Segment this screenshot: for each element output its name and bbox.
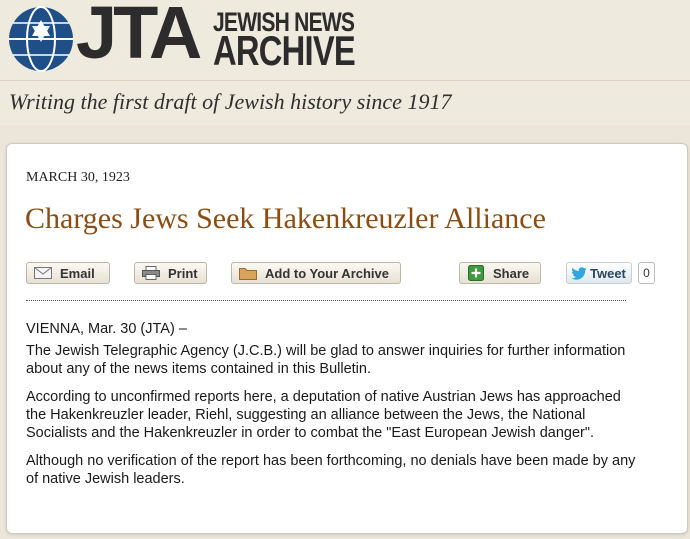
plus-icon bbox=[466, 265, 486, 281]
share-button[interactable]: Share bbox=[459, 262, 541, 284]
globe-star-logo-icon[interactable] bbox=[8, 6, 74, 72]
article-card: MARCH 30, 1923 Charges Jews Seek Hakenkr… bbox=[6, 143, 688, 534]
print-button[interactable]: Print bbox=[134, 262, 207, 284]
printer-icon bbox=[141, 266, 161, 280]
tweet-count: 0 bbox=[638, 262, 655, 284]
site-header: JTA JEWISH NEWS ARCHIVE Writing the firs… bbox=[0, 0, 690, 125]
article-paragraph: Although no verification of the report h… bbox=[26, 453, 636, 487]
tweet-button[interactable]: Tweet bbox=[566, 262, 632, 284]
share-button-label: Share bbox=[493, 265, 530, 281]
add-to-archive-button[interactable]: Add to Your Archive bbox=[231, 262, 401, 284]
article-paragraph: The Jewish Telegraphic Agency (J.C.B.) w… bbox=[26, 343, 626, 377]
email-button-label: Email bbox=[60, 265, 95, 281]
article-body: VIENNA, Mar. 30 (JTA) – The Jewish Teleg… bbox=[26, 320, 636, 498]
header-divider bbox=[0, 80, 690, 81]
logo-wordmark[interactable]: JTA bbox=[76, 0, 202, 70]
envelope-icon bbox=[33, 266, 53, 280]
article-headline: Charges Jews Seek Hakenkreuzler Alliance bbox=[25, 202, 546, 235]
folder-icon bbox=[238, 266, 258, 280]
dotted-divider bbox=[26, 300, 626, 301]
add-to-archive-label: Add to Your Archive bbox=[265, 265, 389, 281]
article-paragraph: According to unconfirmed reports here, a… bbox=[26, 389, 621, 441]
print-button-label: Print bbox=[168, 265, 198, 281]
article-date: MARCH 30, 1923 bbox=[26, 170, 130, 185]
email-button[interactable]: Email bbox=[26, 262, 110, 284]
logo-subtitle-line2: ARCHIVE bbox=[213, 27, 356, 74]
twitter-bird-icon bbox=[571, 266, 587, 280]
article-dateline: VIENNA, Mar. 30 (JTA) – bbox=[26, 321, 187, 337]
tagline: Writing the first draft of Jewish histor… bbox=[9, 89, 452, 114]
tweet-button-label: Tweet bbox=[590, 265, 626, 281]
